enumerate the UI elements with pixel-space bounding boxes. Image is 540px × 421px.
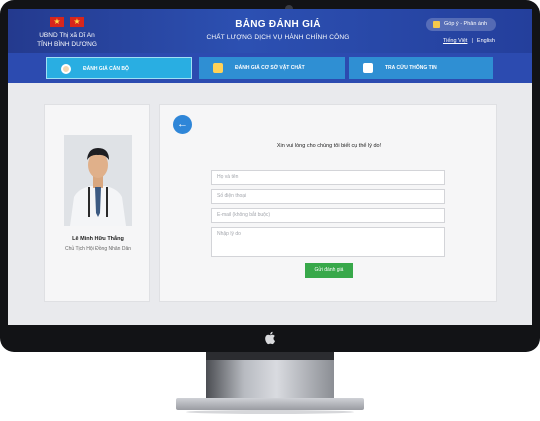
tab-label: ĐÁNH GIÁ CÁN BỘ [83, 66, 129, 72]
email-input[interactable]: E-mail (không bắt buộc) [211, 208, 445, 223]
tab-label: ĐÁNH GIÁ CƠ SỞ VẬT CHẤT [235, 65, 305, 71]
org-province: TỈNH BÌNH DƯƠNG [37, 41, 97, 48]
phone-input[interactable]: Số điện thoại [211, 189, 445, 204]
org-name: UBND Thị xã Dĩ An [39, 32, 95, 39]
lang-english-link[interactable]: English [477, 38, 495, 44]
feedback-button[interactable]: Góp ý - Phản ánh [426, 18, 496, 31]
profile-photo [64, 135, 132, 226]
arrow-left-icon: ← [177, 118, 188, 130]
profile-name: Lê Minh Hữu Thắng [72, 236, 124, 242]
reason-textarea[interactable]: Nhập lý do [211, 227, 445, 257]
monitor-stand-base [176, 398, 364, 410]
vietnam-flag-icon: ★ [50, 17, 64, 27]
document-icon [363, 63, 373, 73]
profile-role: Chủ Tịch Hội Đồng Nhân Dân [64, 246, 132, 252]
monitor-frame: ★ ★ UBND Thị xã Dĩ An TỈNH BÌNH DƯƠNG BẢ… [0, 0, 540, 352]
tab-bar: ĐÁNH GIÁ CÁN BỘ ĐÁNH GIÁ CƠ SỞ VẬT CHẤT … [8, 53, 532, 83]
feedback-label: Góp ý - Phản ánh [444, 21, 488, 27]
header: ★ ★ UBND Thị xã Dĩ An TỈNH BÌNH DƯƠNG BẢ… [8, 9, 532, 53]
form-prompt: Xin vui lòng cho chúng tôi biết cụ thể l… [276, 143, 382, 149]
profile-card: Lê Minh Hữu Thắng Chủ Tịch Hội Đồng Nhân… [44, 104, 150, 302]
lang-vietnamese-link[interactable]: Tiếng Việt [443, 38, 467, 44]
thumbs-up-icon [213, 63, 223, 73]
flags: ★ ★ [50, 17, 84, 27]
tab-evaluate-facilities[interactable]: ĐÁNH GIÁ CƠ SỞ VẬT CHẤT [199, 57, 345, 79]
feedback-icon [433, 21, 440, 28]
full-name-input[interactable]: Họ và tên [211, 170, 445, 185]
tab-label: TRA CỨU THÔNG TIN [385, 65, 437, 71]
page-subtitle: CHẤT LƯỢNG DỊCH VỤ HÀNH CHÍNH CÔNG [206, 34, 350, 41]
submit-button[interactable]: Gửi đánh giá [305, 263, 353, 278]
language-switcher: Tiếng Việt | English [443, 38, 495, 44]
tab-lookup-info[interactable]: TRA CỨU THÔNG TIN [349, 57, 493, 79]
base-shadow [186, 410, 354, 414]
stand-shadow [206, 352, 334, 360]
apple-logo-icon [265, 331, 275, 345]
vietnam-flag-icon: ★ [70, 17, 84, 27]
page-title: BẢNG ĐÁNH GIÁ [235, 19, 321, 30]
screen: ★ ★ UBND Thị xã Dĩ An TỈNH BÌNH DƯƠNG BẢ… [8, 9, 532, 325]
reason-form-card: ← Xin vui lòng cho chúng tôi biết cụ thể… [159, 104, 497, 302]
tab-evaluate-staff[interactable]: ĐÁNH GIÁ CÁN BỘ [46, 57, 192, 79]
back-button[interactable]: ← [173, 115, 192, 134]
person-icon [61, 64, 71, 74]
